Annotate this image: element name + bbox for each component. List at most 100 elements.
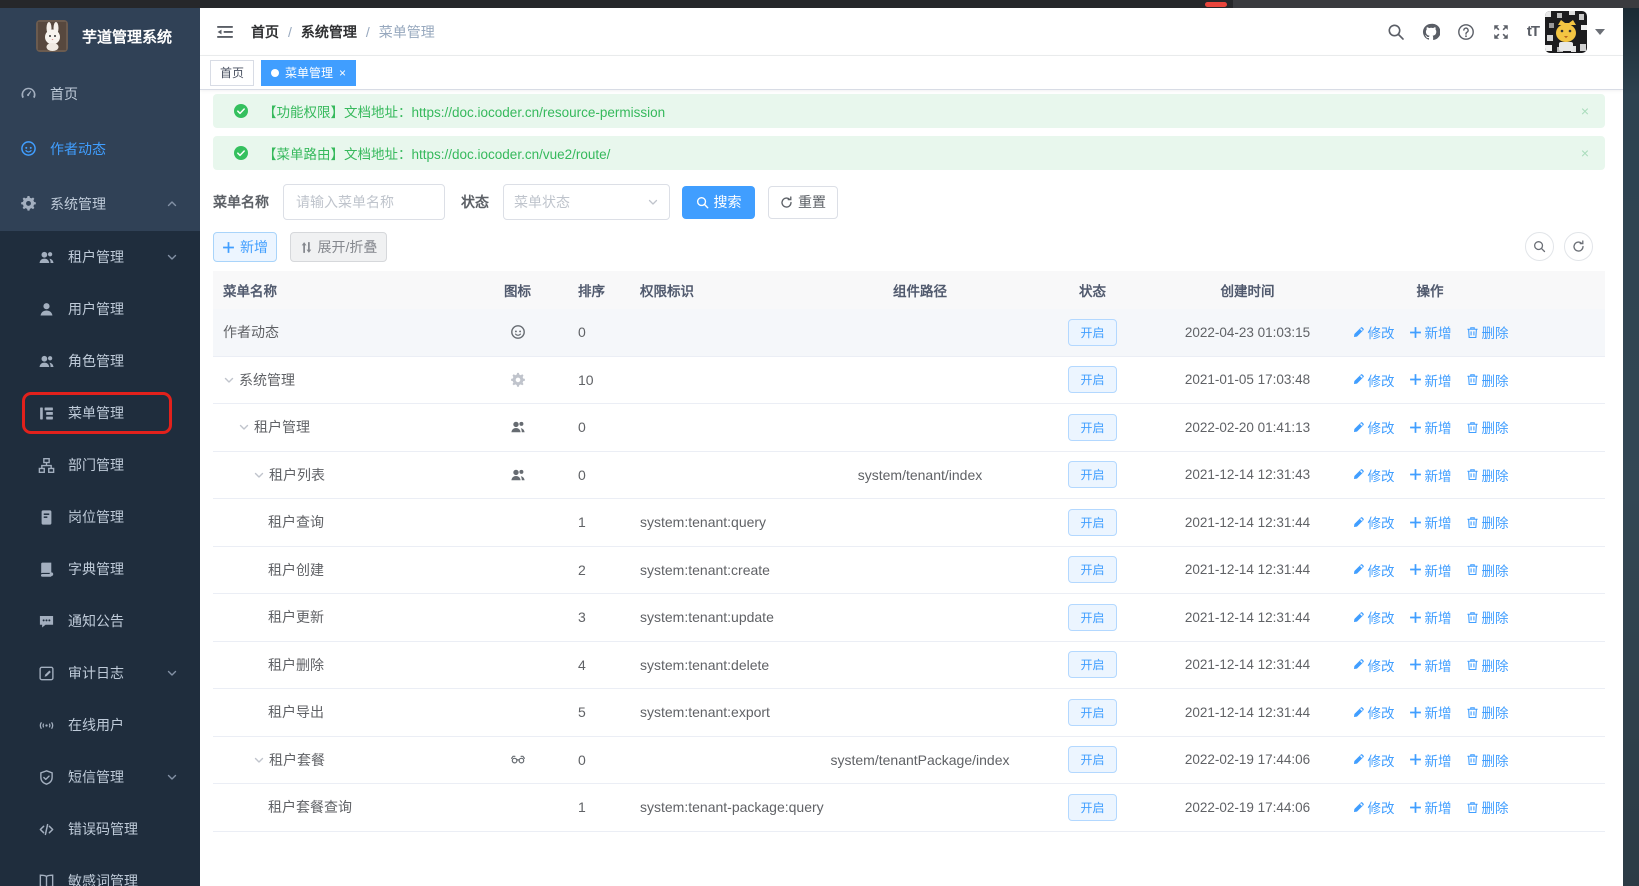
table-row-租户创建[interactable]: 租户创建 2 system:tenant:create 开启 2021-12-14 12… [213,546,1605,594]
expand-caret-icon[interactable] [223,374,235,386]
app-logo[interactable]: 芋道管理系统 [0,8,200,64]
add-link[interactable]: 新增 [1409,655,1452,675]
sidebar-item-通知公告[interactable]: 通知公告 [0,595,200,647]
table-row-租户导出[interactable]: 租户导出 5 system:tenant:export 开启 2021-12-14 12… [213,689,1605,737]
delete-link[interactable]: 删除 [1466,465,1509,485]
delete-link[interactable]: 删除 [1466,322,1509,342]
sidebar-item-用户管理[interactable]: 用户管理 [0,283,200,335]
status-badge[interactable]: 开启 [1068,556,1117,584]
delete-link[interactable]: 删除 [1466,370,1509,390]
github-icon[interactable] [1422,23,1440,41]
menu-name-input[interactable] [283,184,445,220]
refresh-table-button[interactable] [1564,232,1593,261]
table-row-租户列表[interactable]: 租户列表 0 system/tenant/index 开启 2021-12-14 12:… [213,451,1605,499]
delete-link[interactable]: 删除 [1466,702,1509,722]
add-link[interactable]: 新增 [1409,322,1452,342]
sidebar-item-作者动态[interactable]: 作者动态 [0,121,200,176]
breadcrumb-item[interactable]: 系统管理 [301,22,357,42]
table-row-系统管理[interactable]: 系统管理 10 开启 2021-01-05 17:03:48 修改 新增 删除 [213,356,1605,404]
sidebar-item-系统管理[interactable]: 系统管理 [0,176,200,231]
sidebar-item-岗位管理[interactable]: 岗位管理 [0,491,200,543]
delete-link[interactable]: 删除 [1466,750,1509,770]
edit-link[interactable]: 修改 [1352,560,1395,580]
status-badge[interactable]: 开启 [1068,461,1117,489]
table-row-租户套餐查询[interactable]: 租户套餐查询 1 system:tenant-package:query 开启 2022… [213,784,1605,832]
close-icon[interactable]: × [1581,145,1589,161]
user-avatar[interactable] [1545,10,1587,53]
tab-首页[interactable]: 首页 [210,59,255,86]
add-link[interactable]: 新增 [1409,370,1452,390]
status-badge[interactable]: 开启 [1068,698,1117,726]
sidebar-collapse-icon[interactable] [215,22,235,42]
edit-link[interactable]: 修改 [1352,417,1395,437]
delete-link[interactable]: 删除 [1466,655,1509,675]
sidebar-item-首页[interactable]: 首页 [0,66,200,121]
status-badge[interactable]: 开启 [1068,366,1117,394]
edit-link[interactable]: 修改 [1352,370,1395,390]
add-link[interactable]: 新增 [1409,607,1452,627]
table-row-租户删除[interactable]: 租户删除 4 system:tenant:delete 开启 2021-12-14 12… [213,641,1605,689]
user-menu[interactable] [1545,10,1611,53]
table-row-租户查询[interactable]: 租户查询 1 system:tenant:query 开启 2021-12-14 12:… [213,499,1605,547]
show-search-button[interactable] [1525,232,1554,261]
sidebar-item-字典管理[interactable]: 字典管理 [0,543,200,595]
edit-link[interactable]: 修改 [1352,655,1395,675]
caret-down-icon[interactable] [1595,28,1605,35]
add-link[interactable]: 新增 [1409,560,1452,580]
status-badge[interactable]: 开启 [1068,603,1117,631]
table-row-租户管理[interactable]: 租户管理 0 开启 2022-02-20 01:41:13 修改 新增 删除 [213,404,1605,452]
edit-link[interactable]: 修改 [1352,512,1395,532]
search-icon[interactable] [1387,23,1405,41]
breadcrumb-item[interactable]: 首页 [251,22,279,42]
edit-link[interactable]: 修改 [1352,702,1395,722]
help-icon[interactable] [1457,23,1475,41]
expand-caret-icon[interactable] [238,421,250,433]
expand-collapse-button[interactable]: 展开/折叠 [290,232,387,262]
status-badge[interactable]: 开启 [1068,318,1117,346]
sidebar-item-角色管理[interactable]: 角色管理 [0,335,200,387]
sidebar-item-部门管理[interactable]: 部门管理 [0,439,200,491]
close-icon[interactable]: × [339,67,346,79]
font-size-icon[interactable]: tT [1527,23,1540,41]
search-button[interactable]: 搜索 [682,185,755,219]
sidebar-item-菜单管理[interactable]: 菜单管理 [0,387,200,439]
table-row-租户套餐[interactable]: 租户套餐 0 system/tenantPackage/index 开启 2022-02… [213,736,1605,784]
add-button[interactable]: 新增 [213,232,277,262]
edit-link[interactable]: 修改 [1352,607,1395,627]
add-link[interactable]: 新增 [1409,465,1452,485]
add-link[interactable]: 新增 [1409,417,1452,437]
delete-link[interactable]: 删除 [1466,797,1509,817]
table-row-租户更新[interactable]: 租户更新 3 system:tenant:update 开启 2021-12-14 12… [213,594,1605,642]
edit-link[interactable]: 修改 [1352,465,1395,485]
close-icon[interactable]: × [1581,103,1589,119]
delete-link[interactable]: 删除 [1466,607,1509,627]
status-select[interactable]: 菜单状态 [503,184,670,220]
status-badge[interactable]: 开启 [1068,508,1117,536]
add-link[interactable]: 新增 [1409,750,1452,770]
add-link[interactable]: 新增 [1409,512,1452,532]
tab-菜单管理[interactable]: 菜单管理 × [261,59,357,86]
expand-caret-icon[interactable] [253,754,265,766]
sidebar-item-租户管理[interactable]: 租户管理 [0,231,200,283]
sidebar-item-错误码管理[interactable]: 错误码管理 [0,803,200,855]
add-link[interactable]: 新增 [1409,702,1452,722]
sidebar-item-在线用户[interactable]: 在线用户 [0,699,200,751]
status-badge[interactable]: 开启 [1068,651,1117,679]
status-badge[interactable]: 开启 [1068,793,1117,821]
delete-link[interactable]: 删除 [1466,512,1509,532]
delete-link[interactable]: 删除 [1466,560,1509,580]
status-badge[interactable]: 开启 [1068,413,1117,441]
expand-caret-icon[interactable] [253,469,265,481]
add-link[interactable]: 新增 [1409,797,1452,817]
table-row-作者动态[interactable]: 作者动态 0 开启 2022-04-23 01:03:15 修改 新增 删除 [213,309,1605,357]
reset-button[interactable]: 重置 [768,185,838,219]
fullscreen-icon[interactable] [1492,23,1510,41]
status-badge[interactable]: 开启 [1068,746,1117,774]
sidebar-item-短信管理[interactable]: 短信管理 [0,751,200,803]
sidebar-item-审计日志[interactable]: 审计日志 [0,647,200,699]
sidebar-item-敏感词管理[interactable]: 敏感词管理 [0,855,200,886]
edit-link[interactable]: 修改 [1352,797,1395,817]
edit-link[interactable]: 修改 [1352,322,1395,342]
edit-link[interactable]: 修改 [1352,750,1395,770]
delete-link[interactable]: 删除 [1466,417,1509,437]
